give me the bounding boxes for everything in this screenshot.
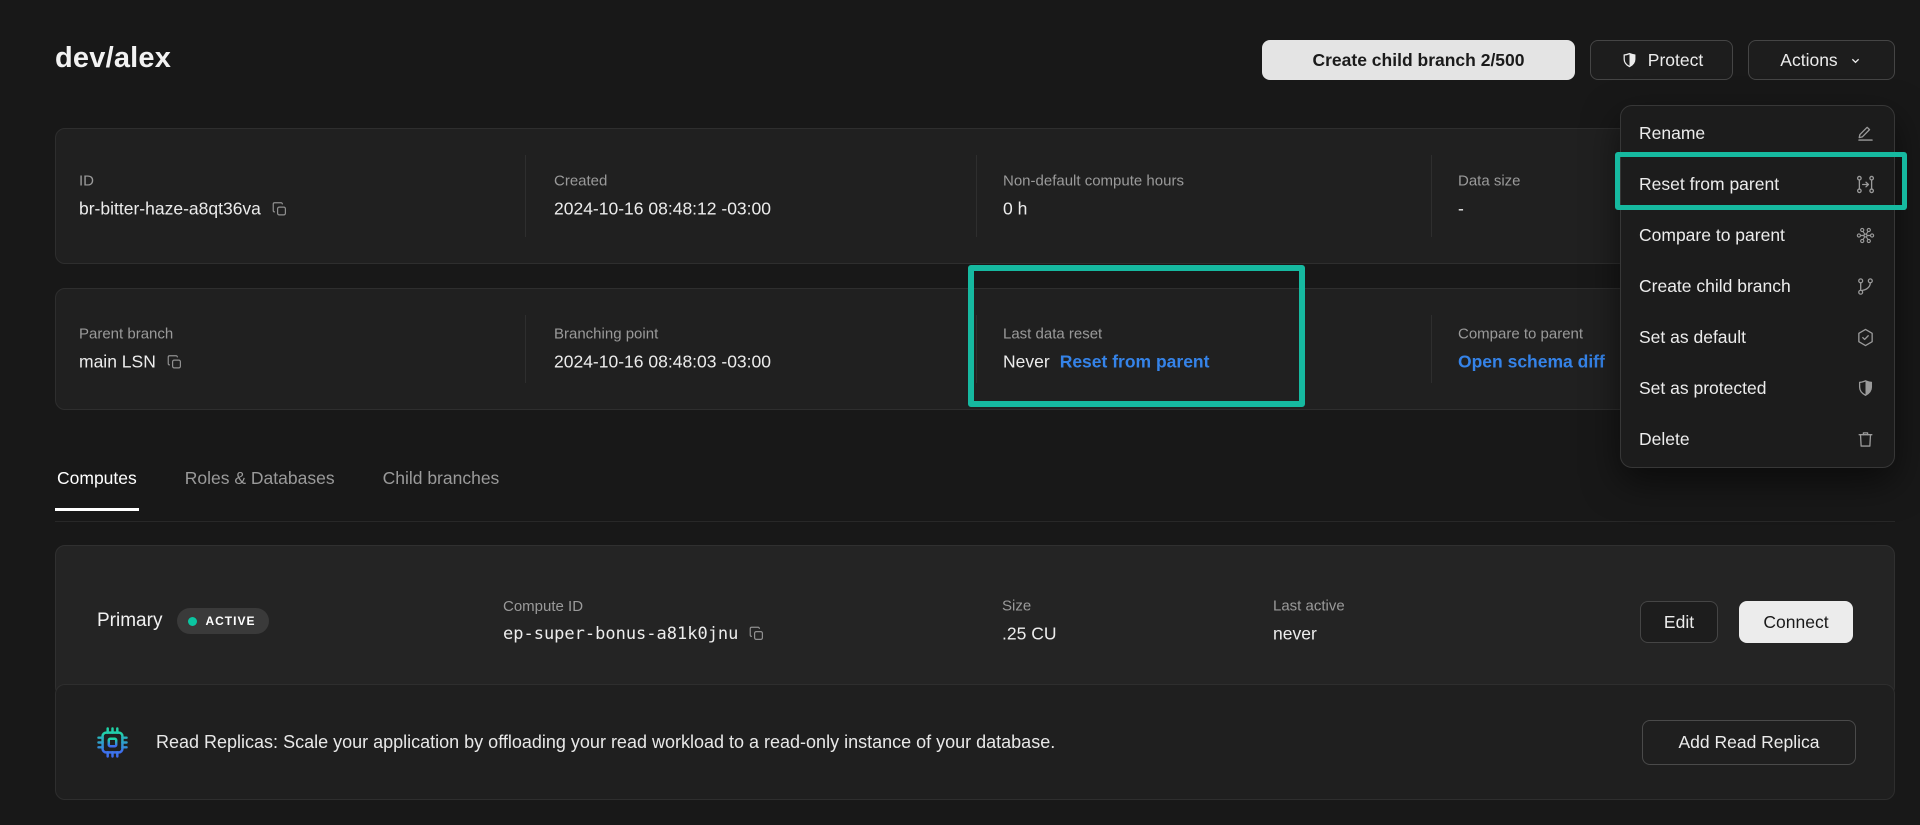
tab-child-branches[interactable]: Child branches: [381, 468, 502, 511]
column-divider: [525, 315, 526, 383]
branching-point-value: 2024-10-16 08:48:03 -03:00: [554, 352, 771, 373]
last-data-reset-value: Never: [1003, 352, 1050, 373]
menu-item-reset-from-parent-label: Reset from parent: [1639, 174, 1779, 195]
branching-point-cell: Branching point 2024-10-16 08:48:03 -03:…: [554, 326, 771, 373]
created-value: 2024-10-16 08:48:12 -03:00: [554, 199, 771, 220]
compute-id-label: Compute ID: [503, 598, 766, 615]
reset-from-parent-link[interactable]: Reset from parent: [1060, 352, 1210, 373]
status-dot-icon: [188, 617, 197, 626]
protect-button-label: Protect: [1648, 50, 1703, 71]
tabs-underline-track: [55, 521, 1895, 522]
status-badge-label: ACTIVE: [205, 614, 255, 628]
compute-hours-value: 0 h: [1003, 199, 1027, 220]
compute-id-value: ep-super-bonus-a81k0jnu: [503, 624, 738, 644]
column-divider: [1431, 155, 1432, 237]
data-size-value: -: [1458, 199, 1464, 220]
compute-size-value: .25 CU: [1002, 624, 1056, 645]
menu-item-set-as-protected-label: Set as protected: [1639, 378, 1766, 399]
branch-id-label: ID: [79, 173, 289, 190]
tab-roles-databases[interactable]: Roles & Databases: [183, 468, 337, 511]
actions-button[interactable]: Actions: [1748, 40, 1895, 80]
reset-from-parent-icon: [1855, 174, 1876, 195]
last-active-cell: Last active never: [1273, 598, 1345, 645]
open-schema-diff-link[interactable]: Open schema diff: [1458, 352, 1605, 373]
compute-hours-cell: Non-default compute hours 0 h: [1003, 173, 1184, 220]
compute-size-label: Size: [1002, 598, 1056, 615]
menu-item-rename-label: Rename: [1639, 123, 1705, 144]
parent-branch-value: main LSN: [79, 352, 156, 373]
column-divider: [525, 155, 526, 237]
status-badge: ACTIVE: [177, 608, 269, 634]
edit-button[interactable]: Edit: [1640, 601, 1718, 643]
copy-icon[interactable]: [271, 200, 289, 218]
add-read-replica-button[interactable]: Add Read Replica: [1642, 720, 1856, 765]
created-cell: Created 2024-10-16 08:48:12 -03:00: [554, 173, 771, 220]
menu-item-set-as-default[interactable]: Set as default: [1621, 312, 1894, 363]
created-label: Created: [554, 173, 771, 190]
compute-id-cell: Compute ID ep-super-bonus-a81k0jnu: [503, 598, 766, 644]
compute-name-cell: Primary ACTIVE: [97, 608, 269, 634]
data-size-label: Data size: [1458, 173, 1521, 190]
tab-computes[interactable]: Computes: [55, 468, 139, 511]
git-branch-icon: [1855, 276, 1876, 297]
menu-item-delete[interactable]: Delete: [1621, 414, 1894, 465]
data-size-cell: Data size -: [1458, 173, 1521, 220]
actions-button-label: Actions: [1780, 50, 1837, 71]
trash-icon: [1855, 429, 1876, 450]
schema-diff-icon: [1855, 225, 1876, 246]
compare-to-parent-label: Compare to parent: [1458, 326, 1605, 343]
shield-icon: [1855, 378, 1876, 399]
last-data-reset-label: Last data reset: [1003, 326, 1209, 343]
chevron-down-icon: [1848, 53, 1863, 68]
connect-button[interactable]: Connect: [1739, 601, 1853, 643]
column-divider: [1431, 315, 1432, 383]
copy-icon[interactable]: [748, 625, 766, 643]
read-replicas-banner: Read Replicas: Scale your application by…: [55, 684, 1895, 800]
compute-hours-label: Non-default compute hours: [1003, 173, 1184, 190]
menu-item-rename[interactable]: Rename: [1621, 108, 1894, 159]
shield-icon: [1620, 51, 1639, 70]
page-title: dev/alex: [55, 42, 171, 75]
parent-branch-label: Parent branch: [79, 326, 184, 343]
tab-bar: Computes Roles & Databases Child branche…: [55, 468, 501, 511]
menu-item-delete-label: Delete: [1639, 429, 1690, 450]
last-active-label: Last active: [1273, 598, 1345, 615]
compute-row: Primary ACTIVE Compute ID ep-super-bonus…: [55, 545, 1895, 697]
last-active-value: never: [1273, 624, 1345, 645]
badge-check-icon: [1855, 327, 1876, 348]
branch-id-cell: ID br-bitter-haze-a8qt36va: [79, 173, 289, 220]
menu-item-compare-to-parent[interactable]: Compare to parent: [1621, 210, 1894, 261]
menu-item-set-as-default-label: Set as default: [1639, 327, 1746, 348]
menu-item-reset-from-parent[interactable]: Reset from parent: [1621, 159, 1894, 210]
branch-lineage-card: Parent branch main LSN Branching point 2…: [55, 288, 1895, 410]
menu-item-create-child-branch[interactable]: Create child branch: [1621, 261, 1894, 312]
compute-name: Primary: [97, 610, 162, 632]
branch-id-value: br-bitter-haze-a8qt36va: [79, 199, 261, 220]
parent-branch-cell: Parent branch main LSN: [79, 326, 184, 373]
actions-dropdown-menu: Rename Reset from parent Compare to pare…: [1620, 105, 1895, 468]
menu-item-set-as-protected[interactable]: Set as protected: [1621, 363, 1894, 414]
menu-item-compare-to-parent-label: Compare to parent: [1639, 225, 1785, 246]
create-child-branch-label: Create child branch 2/500: [1312, 50, 1524, 71]
last-data-reset-cell: Last data reset Never Reset from parent: [1003, 326, 1209, 373]
branch-info-card: ID br-bitter-haze-a8qt36va Created 2024-…: [55, 128, 1895, 264]
read-replicas-message: Read Replicas: Scale your application by…: [156, 732, 1615, 753]
create-child-branch-button[interactable]: Create child branch 2/500: [1262, 40, 1575, 80]
branching-point-label: Branching point: [554, 326, 771, 343]
compare-to-parent-cell: Compare to parent Open schema diff: [1458, 326, 1605, 373]
copy-icon[interactable]: [166, 353, 184, 371]
protect-button[interactable]: Protect: [1590, 40, 1733, 80]
chip-icon: [96, 726, 129, 759]
pencil-icon: [1855, 123, 1876, 144]
column-divider: [976, 155, 977, 237]
column-divider: [976, 315, 977, 383]
menu-item-create-child-branch-label: Create child branch: [1639, 276, 1791, 297]
branch-details-page: dev/alex Create child branch 2/500 Prote…: [0, 0, 1920, 825]
compute-size-cell: Size .25 CU: [1002, 598, 1056, 645]
